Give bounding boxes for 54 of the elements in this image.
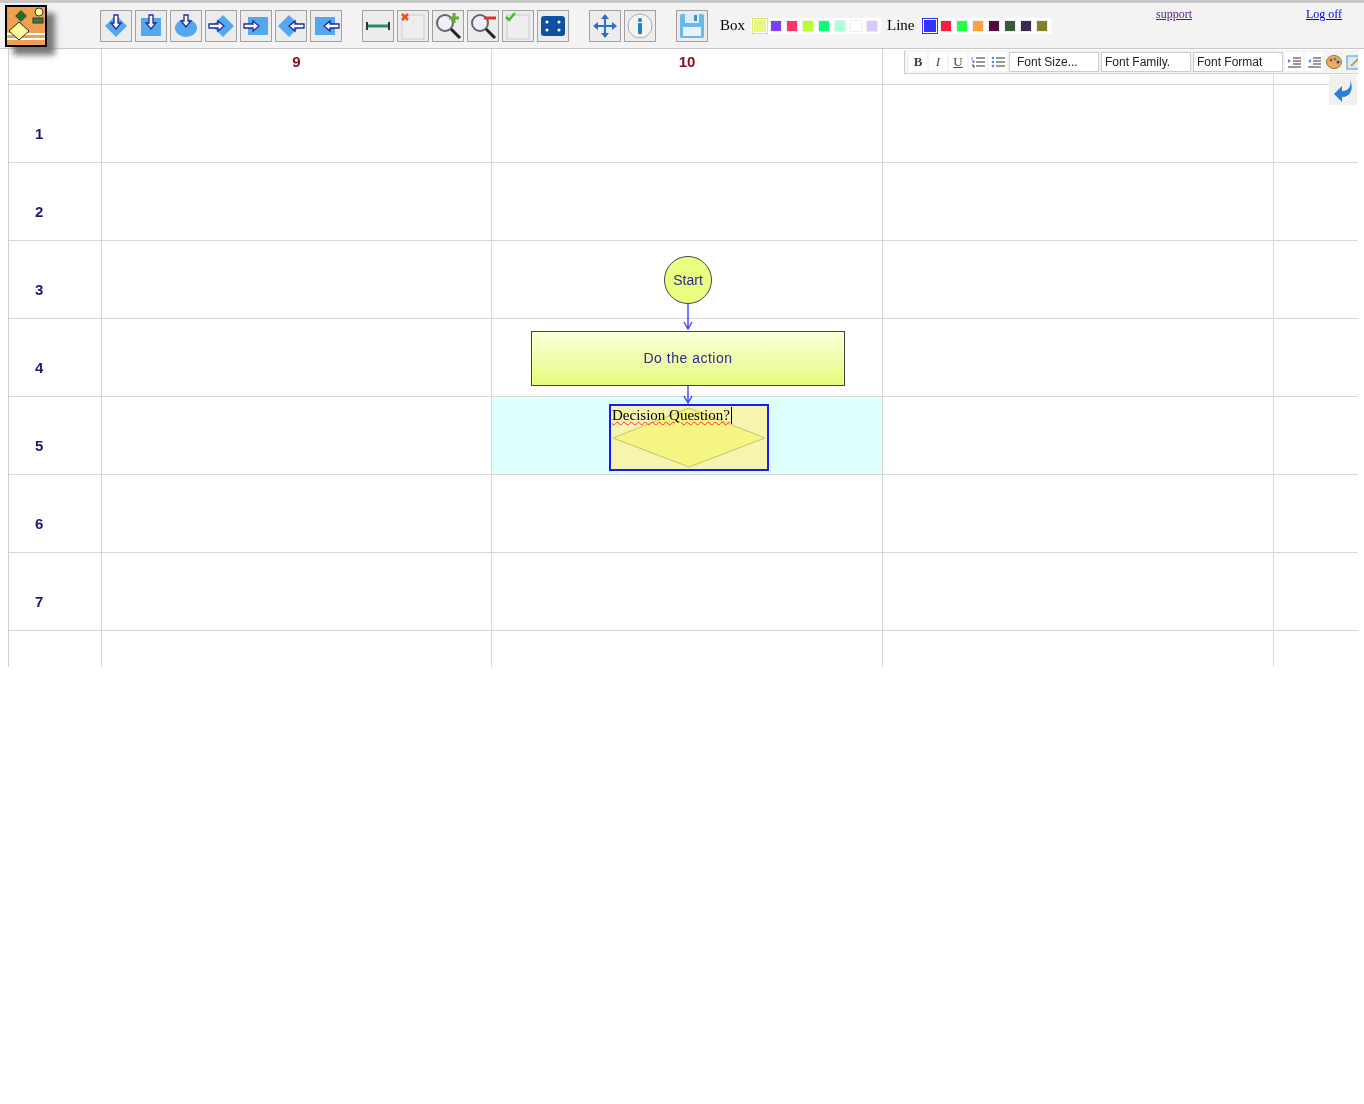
process-node: Do the action	[531, 331, 845, 386]
line-color-swatch[interactable]	[923, 19, 936, 32]
box-color-swatch[interactable]	[754, 19, 766, 32]
header-link[interactable]: Log off	[1306, 5, 1343, 23]
row-header: 4	[35, 358, 44, 379]
decision-node[interactable]: Decision Question?	[609, 404, 769, 471]
font-format-dropdown[interactable]: Font Format	[1193, 51, 1283, 72]
palette-icon[interactable]	[1325, 52, 1343, 71]
decision-text: Decision Question?	[611, 406, 730, 424]
connector-icon[interactable]	[362, 9, 394, 42]
line-color-swatch[interactable]	[1019, 19, 1032, 32]
font-size-dropdown[interactable]: Font Size...	[1009, 51, 1099, 72]
box-color-swatch[interactable]	[866, 19, 878, 32]
line-color-label: Line	[887, 16, 915, 36]
connector-arrow	[683, 303, 693, 331]
header-link[interactable]: support	[1156, 5, 1192, 23]
column-header: 9	[292, 52, 301, 72]
indent-icon[interactable]	[1285, 52, 1303, 71]
box-color-label: Box	[720, 16, 745, 36]
line-color-swatch[interactable]	[971, 19, 984, 32]
row-header: 6	[35, 514, 44, 535]
bold-button[interactable]: B	[909, 52, 927, 71]
line-color-swatch[interactable]	[955, 19, 968, 32]
box-color-swatch[interactable]	[802, 19, 814, 32]
zoom-in-icon[interactable]	[432, 9, 464, 42]
row-header: 3	[35, 280, 44, 301]
line-color-swatch[interactable]	[939, 19, 952, 32]
fit-screen-icon[interactable]	[537, 9, 569, 42]
box-color-swatch[interactable]	[818, 19, 830, 32]
line-color-swatch[interactable]	[1035, 19, 1048, 32]
info-icon[interactable]	[624, 9, 656, 42]
row-header: 7	[35, 592, 44, 613]
box-color-swatch[interactable]	[786, 19, 798, 32]
row-header: 5	[35, 436, 44, 457]
start-node: Start	[664, 256, 712, 304]
move-icon[interactable]	[589, 9, 621, 42]
numbered-list-icon[interactable]	[969, 52, 987, 71]
box-color-swatch[interactable]	[770, 19, 782, 32]
row-header: 2	[35, 202, 44, 223]
check-icon[interactable]	[502, 9, 534, 42]
line-color-swatch[interactable]	[987, 19, 1000, 32]
column-header: 10	[678, 52, 696, 72]
text-cursor	[730, 407, 732, 424]
bullet-list-icon[interactable]	[989, 52, 1007, 71]
zoom-out-icon[interactable]	[467, 9, 499, 42]
row-header: 1	[35, 124, 44, 145]
font-family-dropdown[interactable]: Font Family.	[1101, 51, 1191, 72]
outdent-icon[interactable]	[1305, 52, 1323, 71]
save-icon[interactable]	[676, 9, 708, 42]
connector-arrow	[683, 386, 693, 404]
italic-button[interactable]: I	[929, 52, 947, 71]
line-color-swatch[interactable]	[1003, 19, 1016, 32]
box-color-swatch[interactable]	[834, 19, 846, 32]
underline-button[interactable]: U	[949, 52, 967, 71]
